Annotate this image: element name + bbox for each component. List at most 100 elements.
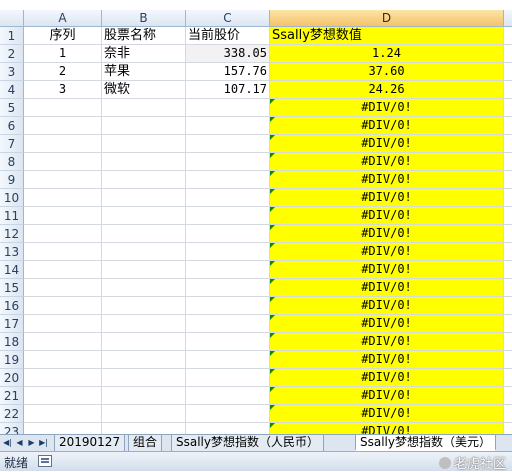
cell-c8[interactable] xyxy=(186,153,270,171)
column-header-d[interactable]: D xyxy=(270,10,504,27)
sheet-tab-ssally-usd[interactable]: Ssally梦想指数（美元） xyxy=(355,435,496,451)
cell-b9[interactable] xyxy=(102,171,186,189)
cell-d16[interactable]: #DIV/0! xyxy=(270,297,504,315)
next-sheet-icon[interactable]: ▶ xyxy=(26,437,37,449)
cell-a7[interactable] xyxy=(24,135,102,153)
row-header-18[interactable]: 18 xyxy=(0,333,24,351)
row-header-11[interactable]: 11 xyxy=(0,207,24,225)
cell-e14[interactable] xyxy=(504,261,512,279)
cell-d23[interactable]: #DIV/0! xyxy=(270,423,504,434)
cell-d20[interactable]: #DIV/0! xyxy=(270,369,504,387)
cell-c5[interactable] xyxy=(186,99,270,117)
cell-c21[interactable] xyxy=(186,387,270,405)
cell-c12[interactable] xyxy=(186,225,270,243)
cell-c1[interactable]: 当前股价 xyxy=(186,27,270,45)
cell-c20[interactable] xyxy=(186,369,270,387)
cell-e15[interactable] xyxy=(504,279,512,297)
sheet-tab-ssally-rmb[interactable]: Ssally梦想指数（人民币） xyxy=(171,435,324,451)
cell-b1[interactable]: 股票名称 xyxy=(102,27,186,45)
row-header-4[interactable]: 4 xyxy=(0,81,24,99)
cell-b15[interactable] xyxy=(102,279,186,297)
cell-a8[interactable] xyxy=(24,153,102,171)
cell-a10[interactable] xyxy=(24,189,102,207)
cell-d15[interactable]: #DIV/0! xyxy=(270,279,504,297)
cell-c3[interactable]: 157.76 xyxy=(186,63,270,81)
cell-b23[interactable] xyxy=(102,423,186,434)
cell-b21[interactable] xyxy=(102,387,186,405)
cell-e12[interactable] xyxy=(504,225,512,243)
row-header-12[interactable]: 12 xyxy=(0,225,24,243)
cell-e10[interactable] xyxy=(504,189,512,207)
row-header-9[interactable]: 9 xyxy=(0,171,24,189)
cell-b6[interactable] xyxy=(102,117,186,135)
cell-d6[interactable]: #DIV/0! xyxy=(270,117,504,135)
select-all-corner[interactable] xyxy=(0,10,24,27)
cell-d18[interactable]: #DIV/0! xyxy=(270,333,504,351)
row-header-22[interactable]: 22 xyxy=(0,405,24,423)
cell-c18[interactable] xyxy=(186,333,270,351)
cell-a11[interactable] xyxy=(24,207,102,225)
cell-d8[interactable]: #DIV/0! xyxy=(270,153,504,171)
sheet-tab-20190127[interactable]: 20190127 xyxy=(54,435,126,451)
cell-e11[interactable] xyxy=(504,207,512,225)
cell-b3[interactable]: 苹果 xyxy=(102,63,186,81)
cell-e22[interactable] xyxy=(504,405,512,423)
cell-a21[interactable] xyxy=(24,387,102,405)
row-header-1[interactable]: 1 xyxy=(0,27,24,45)
row-header-23[interactable]: 23 xyxy=(0,423,24,434)
cell-b13[interactable] xyxy=(102,243,186,261)
cell-d5[interactable]: #DIV/0! xyxy=(270,99,504,117)
cell-e18[interactable] xyxy=(504,333,512,351)
cell-d21[interactable]: #DIV/0! xyxy=(270,387,504,405)
cell-b20[interactable] xyxy=(102,369,186,387)
cell-d13[interactable]: #DIV/0! xyxy=(270,243,504,261)
cell-d4[interactable]: 24.26 xyxy=(270,81,504,99)
cell-a6[interactable] xyxy=(24,117,102,135)
column-header-c[interactable]: C xyxy=(186,10,270,27)
cell-a22[interactable] xyxy=(24,405,102,423)
cell-e20[interactable] xyxy=(504,369,512,387)
row-header-7[interactable]: 7 xyxy=(0,135,24,153)
cell-c23[interactable] xyxy=(186,423,270,434)
cell-e2[interactable] xyxy=(504,45,512,63)
cell-d11[interactable]: #DIV/0! xyxy=(270,207,504,225)
cell-a2[interactable]: 1 xyxy=(24,45,102,63)
cell-b18[interactable] xyxy=(102,333,186,351)
sheet-tab-portfolio[interactable]: 组合 xyxy=(128,435,163,451)
row-header-16[interactable]: 16 xyxy=(0,297,24,315)
cell-c22[interactable] xyxy=(186,405,270,423)
cell-e4[interactable] xyxy=(504,81,512,99)
cell-c4[interactable]: 107.17 xyxy=(186,81,270,99)
row-header-3[interactable]: 3 xyxy=(0,63,24,81)
cell-c11[interactable] xyxy=(186,207,270,225)
cell-e16[interactable] xyxy=(504,297,512,315)
cell-b10[interactable] xyxy=(102,189,186,207)
row-header-6[interactable]: 6 xyxy=(0,117,24,135)
cell-d17[interactable]: #DIV/0! xyxy=(270,315,504,333)
cell-a9[interactable] xyxy=(24,171,102,189)
cell-a23[interactable] xyxy=(24,423,102,434)
cell-a15[interactable] xyxy=(24,279,102,297)
cell-c14[interactable] xyxy=(186,261,270,279)
cell-c6[interactable] xyxy=(186,117,270,135)
cell-a13[interactable] xyxy=(24,243,102,261)
cell-b8[interactable] xyxy=(102,153,186,171)
cell-a19[interactable] xyxy=(24,351,102,369)
cell-a14[interactable] xyxy=(24,261,102,279)
cell-b16[interactable] xyxy=(102,297,186,315)
cell-b17[interactable] xyxy=(102,315,186,333)
cell-a16[interactable] xyxy=(24,297,102,315)
row-header-14[interactable]: 14 xyxy=(0,261,24,279)
row-header-21[interactable]: 21 xyxy=(0,387,24,405)
row-header-2[interactable]: 2 xyxy=(0,45,24,63)
row-header-15[interactable]: 15 xyxy=(0,279,24,297)
cell-d12[interactable]: #DIV/0! xyxy=(270,225,504,243)
cell-d2[interactable]: 1.24 xyxy=(270,45,504,63)
cell-e3[interactable] xyxy=(504,63,512,81)
row-header-17[interactable]: 17 xyxy=(0,315,24,333)
cell-c15[interactable] xyxy=(186,279,270,297)
cell-b4[interactable]: 微软 xyxy=(102,81,186,99)
cell-a1[interactable]: 序列 xyxy=(24,27,102,45)
cell-b5[interactable] xyxy=(102,99,186,117)
row-header-13[interactable]: 13 xyxy=(0,243,24,261)
